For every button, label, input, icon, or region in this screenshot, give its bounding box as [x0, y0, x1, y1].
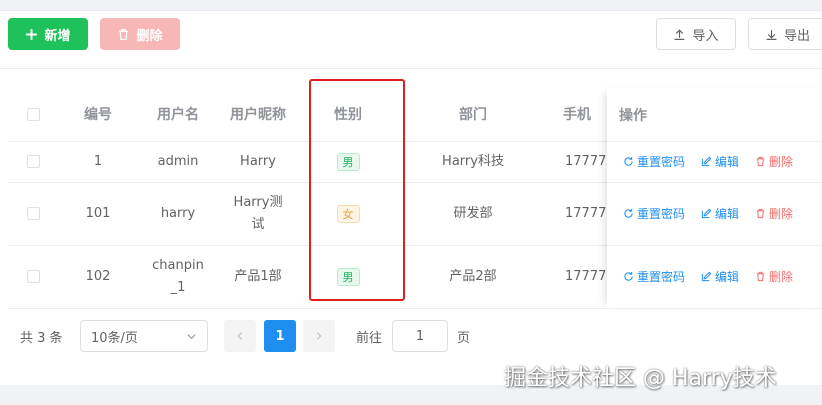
edit-icon — [701, 271, 712, 282]
row-delete-label: 删除 — [769, 270, 794, 284]
cell-gender: 男 — [308, 141, 388, 182]
edit-label: 编辑 — [715, 270, 740, 284]
checkbox[interactable] — [26, 270, 40, 283]
gender-tag: 男 — [336, 152, 360, 171]
checkbox[interactable] — [26, 207, 40, 220]
page-suffix-label: 页 — [457, 330, 471, 346]
watermark: 掘金技术社区 @ Harry技术 — [504, 366, 777, 391]
page-size-select[interactable]: 10条/页 — [80, 320, 208, 352]
chevron-right-icon — [316, 332, 322, 340]
gender-tag: 男 — [336, 267, 360, 286]
import-button-label: 导入 — [692, 28, 719, 44]
reset-password-label: 重置密码 — [637, 207, 686, 221]
goto-page-input[interactable]: 1 — [392, 320, 448, 352]
gender-tag: 女 — [336, 204, 360, 223]
cell-gender: 女 — [308, 182, 388, 245]
plus-icon — [26, 28, 38, 40]
trash-icon — [756, 208, 765, 219]
reset-password-button[interactable]: 重置密码 — [623, 268, 685, 285]
top-strip — [0, 0, 822, 11]
page-size-value: 10条/页 — [91, 330, 138, 346]
reset-password-button[interactable]: 重置密码 — [623, 153, 685, 170]
operations-row: 重置密码 编辑 删除 — [607, 141, 822, 183]
edit-label: 编辑 — [715, 207, 740, 221]
operations-column: 操作 重置密码 编辑 删除 重置密码 编辑 删除 重置密码 编辑 删除 — [607, 88, 822, 309]
reset-password-label: 重置密码 — [637, 155, 686, 169]
header-nickname[interactable]: 用户昵称 — [223, 88, 293, 141]
operations-row: 重置密码 编辑 删除 — [607, 245, 822, 309]
refresh-icon — [624, 156, 633, 166]
upload-icon — [675, 28, 685, 40]
edit-icon — [701, 208, 712, 219]
header-id[interactable]: 编号 — [63, 88, 133, 141]
row-delete-label: 删除 — [769, 155, 794, 169]
header-username[interactable]: 用户名 — [133, 88, 223, 141]
operations-row: 重置密码 编辑 删除 — [607, 182, 822, 246]
row-delete-button[interactable]: 删除 — [755, 268, 793, 285]
cell-nickname: Harry测 试 — [233, 194, 283, 232]
header-dept[interactable]: 部门 — [408, 88, 538, 141]
edit-button[interactable]: 编辑 — [701, 205, 739, 222]
export-button[interactable]: 导出 — [748, 18, 822, 50]
export-button-label: 导出 — [784, 28, 811, 44]
checkbox[interactable] — [26, 108, 40, 121]
cell-id: 1 — [93, 153, 103, 169]
delete-button[interactable]: 删除 — [100, 18, 180, 50]
cell-username: chanpin _1 — [152, 257, 204, 295]
pagination-total: 共 3 条 — [20, 330, 63, 346]
edit-icon — [701, 156, 712, 167]
cell-nickname: Harry — [240, 153, 276, 169]
operations-header: 操作 — [607, 88, 822, 142]
download-icon — [766, 29, 777, 40]
checkbox[interactable] — [26, 155, 40, 168]
header-ops: 操作 — [619, 107, 647, 124]
trash-icon — [119, 28, 129, 40]
cell-dept: Harry科技 — [442, 153, 504, 169]
select-all-checkbox[interactable] — [18, 88, 48, 141]
cell-username: admin — [157, 153, 199, 169]
row-checkbox[interactable] — [18, 182, 48, 245]
delete-button-label: 删除 — [136, 28, 163, 44]
next-page-button[interactable] — [303, 320, 335, 352]
cell-dept: 产品2部 — [449, 268, 497, 284]
add-button-label: 新增 — [44, 28, 71, 44]
edit-button[interactable]: 编辑 — [701, 153, 739, 170]
cell-dept: 研发部 — [453, 205, 493, 221]
cell-username: harry — [160, 205, 196, 221]
add-button[interactable]: 新增 — [8, 18, 88, 50]
cell-id: 102 — [85, 268, 111, 284]
page-number-current[interactable]: 1 — [264, 320, 296, 352]
chevron-down-icon — [187, 333, 196, 339]
chevron-left-icon — [237, 332, 243, 340]
trash-icon — [756, 271, 765, 282]
row-checkbox[interactable] — [18, 141, 48, 182]
edit-button[interactable]: 编辑 — [701, 268, 739, 285]
cell-id: 101 — [85, 205, 111, 221]
row-checkbox[interactable] — [18, 245, 48, 308]
cell-gender: 男 — [308, 245, 388, 308]
trash-icon — [756, 156, 765, 167]
reset-password-button[interactable]: 重置密码 — [623, 205, 685, 222]
refresh-icon — [624, 208, 633, 218]
prev-page-button[interactable] — [224, 320, 256, 352]
import-button[interactable]: 导入 — [656, 18, 736, 50]
row-delete-button[interactable]: 删除 — [755, 153, 793, 170]
edit-label: 编辑 — [715, 155, 740, 169]
cell-nickname: 产品1部 — [234, 268, 282, 284]
reset-password-label: 重置密码 — [637, 270, 686, 284]
header-gender[interactable]: 性别 — [308, 88, 388, 141]
row-delete-label: 删除 — [769, 207, 794, 221]
row-delete-button[interactable]: 删除 — [755, 205, 793, 222]
refresh-icon — [624, 271, 633, 281]
toolbar-divider — [0, 68, 822, 69]
goto-label: 前往 — [356, 330, 383, 346]
